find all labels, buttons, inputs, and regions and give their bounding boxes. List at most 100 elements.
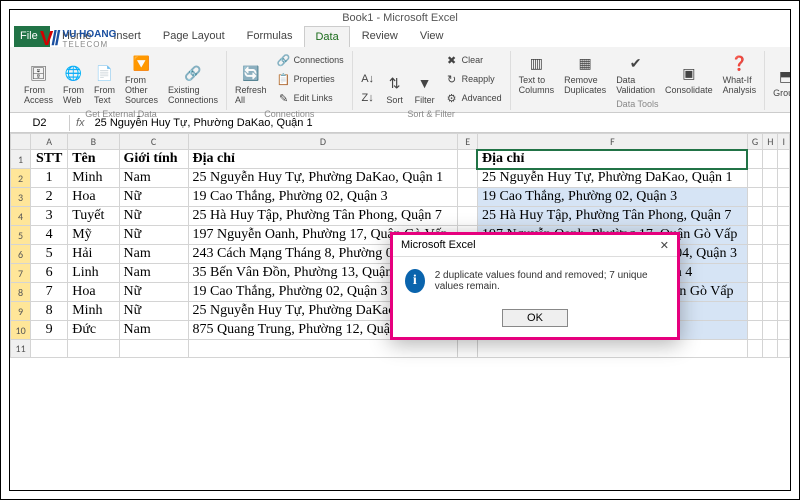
cell[interactable]: Minh bbox=[68, 302, 119, 321]
cell[interactable]: 19 Cao Thắng, Phường 02, Quận 3 bbox=[477, 188, 747, 207]
tab-data[interactable]: Data bbox=[304, 26, 349, 47]
cell[interactable]: Hải bbox=[68, 245, 119, 264]
cell[interactable] bbox=[763, 283, 778, 302]
cell[interactable] bbox=[458, 188, 478, 207]
cell[interactable] bbox=[747, 264, 762, 283]
cell[interactable] bbox=[747, 226, 762, 245]
from-text-button[interactable]: 📄From Text bbox=[92, 61, 117, 107]
remove-duplicates-button[interactable]: ▦Remove Duplicates bbox=[562, 51, 608, 97]
cell[interactable]: Nữ bbox=[119, 188, 188, 207]
cell[interactable]: Hoa bbox=[68, 188, 119, 207]
cell[interactable] bbox=[747, 340, 762, 358]
cell[interactable] bbox=[747, 169, 762, 188]
cell[interactable]: Địa chỉ bbox=[188, 150, 458, 169]
col-F[interactable]: F bbox=[477, 134, 747, 150]
filter-button[interactable]: ▼Filter bbox=[413, 71, 437, 107]
cell[interactable] bbox=[763, 150, 778, 169]
row-7-header[interactable]: 7 bbox=[11, 264, 31, 283]
cell[interactable]: Nữ bbox=[119, 226, 188, 245]
col-B[interactable]: B bbox=[68, 134, 119, 150]
row-1-header[interactable]: 1 bbox=[11, 150, 31, 169]
cell[interactable]: 25 Hà Huy Tập, Phường Tân Phong, Quận 7 bbox=[188, 207, 458, 226]
cell[interactable] bbox=[763, 188, 778, 207]
cell[interactable] bbox=[458, 340, 478, 358]
col-C[interactable]: C bbox=[119, 134, 188, 150]
from-access-button[interactable]: 🗄From Access bbox=[22, 61, 55, 107]
cell[interactable]: Linh bbox=[68, 264, 119, 283]
cell[interactable]: Nam bbox=[119, 169, 188, 188]
row-3-header[interactable]: 3 bbox=[11, 188, 31, 207]
cell[interactable] bbox=[68, 340, 119, 358]
cell[interactable] bbox=[778, 226, 790, 245]
cell[interactable]: 3 bbox=[31, 207, 68, 226]
cell[interactable] bbox=[188, 340, 458, 358]
cell[interactable] bbox=[778, 169, 790, 188]
col-H[interactable]: H bbox=[763, 134, 778, 150]
text-to-columns-button[interactable]: ▥Text to Columns bbox=[517, 51, 557, 97]
cell[interactable] bbox=[763, 226, 778, 245]
cell[interactable] bbox=[763, 302, 778, 321]
reapply-button[interactable]: ↻Reapply bbox=[443, 70, 497, 88]
cell[interactable] bbox=[763, 321, 778, 340]
sort-desc-button[interactable]: Z↓ bbox=[359, 89, 377, 107]
existing-connections-button[interactable]: 🔗Existing Connections bbox=[166, 61, 220, 107]
cell[interactable] bbox=[763, 340, 778, 358]
name-box[interactable]: D2 bbox=[10, 115, 70, 131]
advanced-button[interactable]: ⚙Advanced bbox=[443, 89, 504, 107]
cell[interactable] bbox=[778, 245, 790, 264]
cell[interactable]: 5 bbox=[31, 245, 68, 264]
cell[interactable]: Nữ bbox=[119, 207, 188, 226]
cell[interactable] bbox=[458, 207, 478, 226]
cell[interactable]: Minh bbox=[68, 169, 119, 188]
cell[interactable] bbox=[747, 207, 762, 226]
cell[interactable]: 25 Nguyễn Huy Tự, Phường DaKao, Quận 1 bbox=[477, 169, 747, 188]
cell[interactable] bbox=[477, 340, 747, 358]
row-2-header[interactable]: 2 bbox=[11, 169, 31, 188]
cell[interactable]: Tuyết bbox=[68, 207, 119, 226]
tab-view[interactable]: View bbox=[410, 26, 454, 47]
row-9-header[interactable]: 9 bbox=[11, 302, 31, 321]
cell[interactable]: Nữ bbox=[119, 283, 188, 302]
data-validation-button[interactable]: ✔Data Validation bbox=[614, 51, 657, 97]
cell[interactable] bbox=[458, 169, 478, 188]
row-5-header[interactable]: 5 bbox=[11, 226, 31, 245]
cell[interactable] bbox=[747, 321, 762, 340]
cell[interactable]: 2 bbox=[31, 188, 68, 207]
cell[interactable]: STT bbox=[31, 150, 68, 169]
group-button[interactable]: ⬒Group bbox=[771, 64, 791, 100]
edit-links-button[interactable]: ✎Edit Links bbox=[275, 89, 335, 107]
cell[interactable]: Nam bbox=[119, 245, 188, 264]
tab-review[interactable]: Review bbox=[352, 26, 408, 47]
cell[interactable]: 25 Hà Huy Tập, Phường Tân Phong, Quận 7 bbox=[477, 207, 747, 226]
formula-input[interactable]: 25 Nguyễn Huy Tự, Phường DaKao, Quận 1 bbox=[91, 115, 790, 131]
cell[interactable]: 4 bbox=[31, 226, 68, 245]
cell[interactable] bbox=[778, 321, 790, 340]
cell[interactable]: 6 bbox=[31, 264, 68, 283]
consolidate-button[interactable]: ▣Consolidate bbox=[663, 61, 715, 97]
col-E[interactable]: E bbox=[458, 134, 478, 150]
tab-page-layout[interactable]: Page Layout bbox=[153, 26, 235, 47]
cell[interactable] bbox=[763, 245, 778, 264]
refresh-all-button[interactable]: 🔄Refresh All bbox=[233, 61, 269, 107]
tab-formulas[interactable]: Formulas bbox=[237, 26, 303, 47]
row-6-header[interactable]: 6 bbox=[11, 245, 31, 264]
cell[interactable] bbox=[747, 150, 762, 169]
cell[interactable] bbox=[747, 245, 762, 264]
what-if-button[interactable]: ❓What-If Analysis bbox=[721, 51, 759, 97]
cell[interactable] bbox=[763, 207, 778, 226]
cell[interactable] bbox=[778, 264, 790, 283]
fx-label[interactable]: fx bbox=[70, 117, 91, 129]
clear-button[interactable]: ✖Clear bbox=[443, 51, 486, 69]
cell[interactable] bbox=[31, 340, 68, 358]
cell[interactable]: 25 Nguyễn Huy Tự, Phường DaKao, Quận 1 bbox=[188, 169, 458, 188]
close-icon[interactable]: ✕ bbox=[660, 239, 669, 252]
cell[interactable] bbox=[747, 302, 762, 321]
corner-cell[interactable] bbox=[11, 134, 31, 150]
cell[interactable] bbox=[778, 150, 790, 169]
col-A[interactable]: A bbox=[31, 134, 68, 150]
ok-button[interactable]: OK bbox=[502, 309, 568, 327]
cell[interactable] bbox=[778, 207, 790, 226]
row-4-header[interactable]: 4 bbox=[11, 207, 31, 226]
cell[interactable]: 9 bbox=[31, 321, 68, 340]
from-web-button[interactable]: 🌐From Web bbox=[61, 61, 86, 107]
